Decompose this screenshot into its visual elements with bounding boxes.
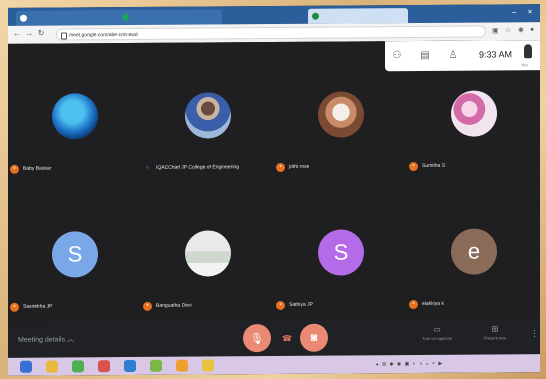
meeting-details-label: Meeting details <box>18 336 66 344</box>
close-window-icon[interactable]: × <box>524 7 536 16</box>
participant-tile[interactable]: • jothi rose <box>274 61 407 180</box>
address-bar[interactable]: meet.google.com/abe-cmt-ewd <box>56 25 486 41</box>
captions-label: Turn on captions <box>422 335 452 341</box>
app-icon[interactable] <box>72 360 84 373</box>
participant-name: Sumitha S <box>422 162 446 169</box>
participant-nameplate: • Baby Baskar <box>10 164 51 174</box>
file-explorer-icon[interactable] <box>46 360 58 373</box>
participant-name: Banguatha Devi <box>156 302 192 309</box>
participant-nameplate: • Banguatha Devi <box>143 301 192 311</box>
participant-name: IQACChief JP College of Engineering <box>156 164 240 171</box>
minimize-icon[interactable]: – <box>508 7 520 16</box>
system-tray-icons[interactable]: ▴ ◍ ◆ ◉ ▣ ◐ ◑ ◒ ◓ ▶ <box>376 361 443 367</box>
people-icon[interactable]: ⚇ <box>391 50 403 61</box>
browser-tab-1[interactable] <box>16 10 130 26</box>
participant-avatar <box>185 230 231 277</box>
app-icon[interactable] <box>202 359 214 372</box>
participant-name: Baby Baskar <box>23 165 52 172</box>
participant-name: Sathiya JP <box>289 301 313 308</box>
participant-avatar <box>185 92 231 139</box>
participant-nameplate: ⁘ IQACChief JP College of Engineering <box>143 162 239 173</box>
back-icon[interactable]: ← <box>12 29 22 38</box>
hang-up-icon[interactable]: ☎ <box>282 334 296 343</box>
speaking-indicator-icon: ⁘ <box>144 165 151 172</box>
camera-button[interactable]: ◙ <box>300 323 328 352</box>
pin-dot-icon: • <box>276 300 285 310</box>
participant-tile[interactable]: S • Sasirekha JP <box>8 201 141 320</box>
pin-dot-icon: • <box>143 301 152 311</box>
chat-icon[interactable]: ▤ <box>419 50 431 61</box>
participant-avatar: S <box>52 231 98 278</box>
participant-name: jothi rose <box>289 163 310 170</box>
participant-tile[interactable]: • Banguatha Devi <box>141 200 274 319</box>
meet-bottom-bar: Meeting details ︿ 🎙 ☎ ◙ ▭ Turn on captio… <box>8 318 540 358</box>
tab-favicon-icon <box>20 14 27 22</box>
browser-tab-2[interactable] <box>118 9 222 26</box>
tab-favicon-icon <box>122 14 129 22</box>
meet-favicon-icon <box>312 12 319 20</box>
chrome-icon[interactable] <box>176 359 188 372</box>
app-icon[interactable] <box>98 360 110 373</box>
participant-nameplate: • Sumitha S <box>409 161 445 171</box>
microphone-button[interactable]: 🎙 <box>243 324 271 353</box>
participant-nameplate: • Sasirekha JP <box>10 302 52 312</box>
participant-nameplate: • jothi rose <box>276 162 309 172</box>
clock-time: 9:33 AM <box>479 49 513 60</box>
address-url: meet.google.com/abe-cmt-ewd <box>69 31 138 39</box>
meeting-details-button[interactable]: Meeting details ︿ <box>18 334 74 344</box>
participant-avatar <box>318 91 364 138</box>
chevron-up-icon: ︿ <box>67 336 75 344</box>
pin-dot-icon: • <box>10 302 19 312</box>
captions-button[interactable]: ▭ Turn on captions <box>412 325 462 341</box>
screen: – × ← → ↻ meet.google.com/abe-cmt-ewd ▣ … <box>8 4 540 376</box>
participant-tile[interactable]: ⁘ IQACChief JP College of Engineering <box>141 62 274 181</box>
app-icon[interactable] <box>150 359 162 372</box>
activities-icon[interactable]: ♙ <box>447 50 459 61</box>
reload-icon[interactable]: ↻ <box>36 29 46 38</box>
start-icon[interactable] <box>20 360 32 373</box>
pin-dot-icon: • <box>409 161 418 171</box>
browser-tab-meet[interactable] <box>308 8 408 24</box>
lock-icon <box>61 32 67 40</box>
video-icon[interactable]: ▣ <box>492 26 499 34</box>
extension-icon[interactable]: ✱ <box>518 26 524 34</box>
account-icon[interactable]: ● <box>530 26 534 33</box>
mic-off-icon: 🎙 <box>250 332 264 345</box>
participant-tile[interactable]: • Baby Baskar <box>8 63 141 182</box>
pin-dot-icon: • <box>276 162 285 172</box>
forward-icon[interactable]: → <box>24 29 34 38</box>
present-icon: ⊞ <box>491 324 499 334</box>
participant-tile[interactable]: e • elakkiya k <box>407 198 540 317</box>
pin-dot-icon: • <box>409 299 418 309</box>
pin-dot-icon: • <box>10 164 19 174</box>
more-options-icon[interactable]: ⋮ <box>530 328 539 339</box>
participant-avatar: S <box>318 229 364 276</box>
self-view-thumbnail[interactable] <box>524 44 532 59</box>
participant-avatar <box>52 93 98 140</box>
captions-icon: ▭ <box>433 324 441 334</box>
camera-off-icon: ◙ <box>310 331 318 344</box>
participant-avatar: e <box>451 228 497 275</box>
present-label: Present now <box>483 335 507 341</box>
participant-tile[interactable]: • Sumitha S <box>407 60 540 179</box>
os-taskbar: ▴ ◍ ◆ ◉ ▣ ◐ ◑ ◒ ◓ ▶ <box>8 354 540 376</box>
participant-name: Sasirekha JP <box>23 303 53 310</box>
star-icon[interactable]: ☆ <box>505 26 511 34</box>
present-button[interactable]: ⊞ Present now <box>470 324 520 340</box>
app-icon[interactable] <box>124 359 136 373</box>
participant-nameplate: • elakkiya k <box>409 299 444 309</box>
participant-tile[interactable]: S • Sathiya JP <box>274 199 407 318</box>
meet-grid: ⚇ ▤ ♙ 9:33 AM You • Baby Baskar ⁘ IQACCh… <box>8 40 540 334</box>
participant-name: elakkiya k <box>422 300 444 307</box>
participant-nameplate: • Sathiya JP <box>276 300 313 310</box>
participant-avatar <box>451 90 497 137</box>
